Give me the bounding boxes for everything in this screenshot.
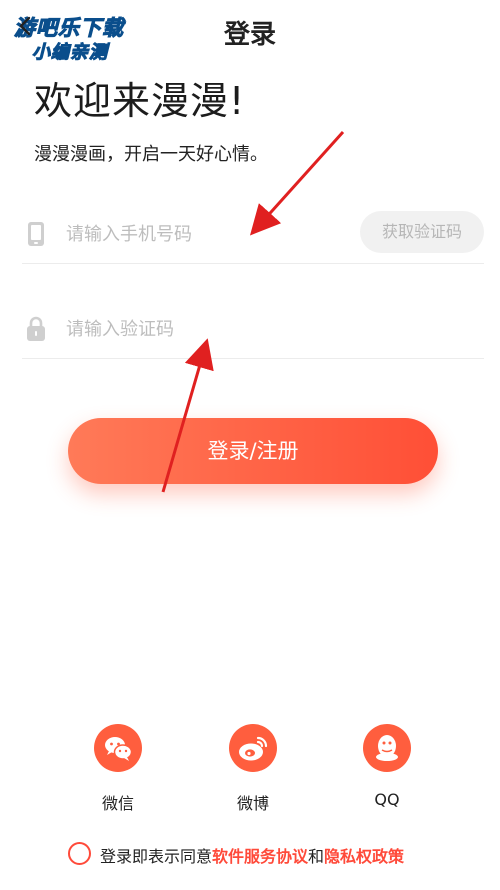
weibo-icon [229, 724, 277, 772]
social-qq[interactable]: QQ [337, 724, 437, 814]
lock-icon [26, 316, 46, 342]
welcome-subline: 漫漫漫画，开启一天好心情。 [34, 144, 268, 165]
phone-input[interactable] [64, 218, 348, 250]
agreement-prefix: 登录即表示同意 [100, 847, 213, 866]
code-input[interactable] [64, 313, 348, 345]
agreement: 登录即表示同意软件服务协议和隐私权政策 [68, 840, 488, 868]
page-title: 登录 [223, 20, 276, 50]
phone-icon [26, 221, 46, 247]
social-wechat[interactable]: 微信 [68, 724, 168, 814]
code-row [22, 298, 484, 359]
qq-icon [363, 724, 411, 772]
login-register-button[interactable]: 登录/注册 [68, 418, 438, 484]
wechat-label: 微信 [101, 794, 134, 813]
agree-checkbox[interactable] [68, 842, 91, 865]
privacy-link[interactable]: 隐私权政策 [324, 847, 404, 866]
weibo-label: 微博 [236, 794, 269, 813]
get-code-button[interactable]: 获取验证码 [360, 211, 484, 253]
social-weibo[interactable]: 微博 [203, 724, 303, 814]
phone-row: 获取验证码 [22, 203, 484, 264]
welcome-headline: 欢迎来漫漫! [34, 79, 246, 123]
wechat-icon [94, 724, 142, 772]
qq-label: QQ [374, 790, 400, 809]
agreement-text: 登录即表示同意软件服务协议和隐私权政策 [100, 843, 404, 867]
agreement-and: 和 [308, 847, 325, 866]
terms-link[interactable]: 软件服务协议 [212, 847, 308, 866]
